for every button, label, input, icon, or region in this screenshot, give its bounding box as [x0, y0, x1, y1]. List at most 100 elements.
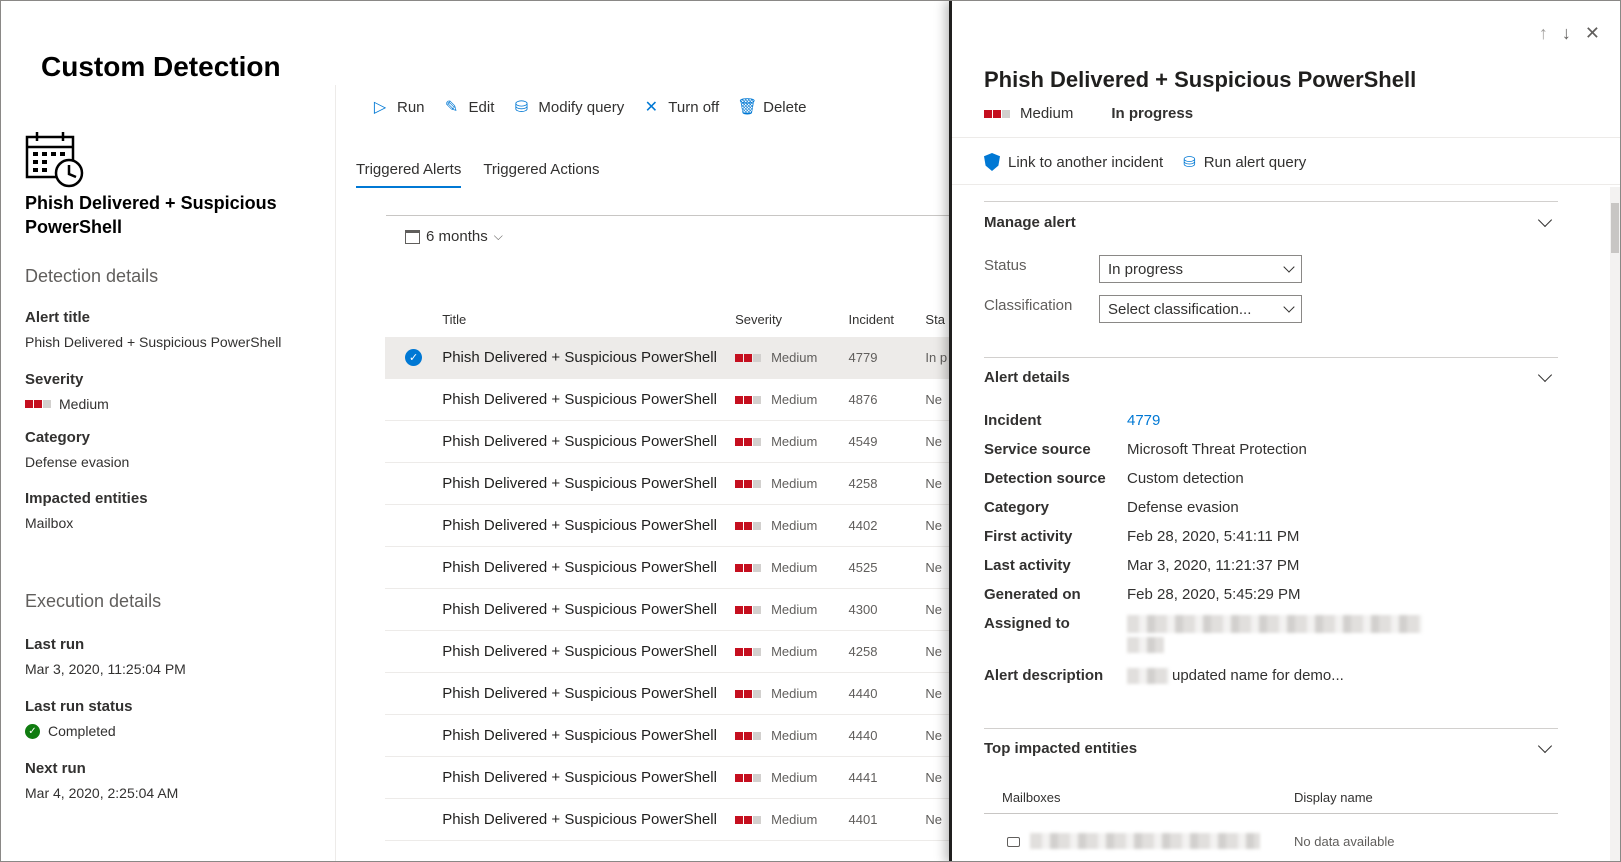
table-row[interactable]: Phish Delivered + Suspicious PowerShell M… [385, 589, 955, 631]
scroll-thumb[interactable] [1611, 203, 1619, 253]
first-activity-value: Feb 28, 2020, 5:41:11 PM [1127, 528, 1300, 545]
table-row[interactable]: Phish Delivered + Suspicious PowerShell M… [385, 757, 955, 799]
classification-dropdown[interactable]: Select classification... [1099, 295, 1302, 323]
tab-triggered-actions[interactable]: Triggered Actions [483, 161, 599, 188]
close-icon[interactable]: ✕ [1585, 23, 1600, 44]
top-impacted-entities-heading: Top impacted entities [984, 740, 1138, 757]
last-run-status-label: Last run status [25, 698, 133, 715]
manage-alert-section[interactable]: Manage alert [984, 212, 1558, 231]
alert-description-label: Alert description [984, 667, 1104, 684]
tab-triggered-alerts[interactable]: Triggered Alerts [356, 161, 462, 188]
classification-placeholder: Select classification... [1108, 300, 1252, 318]
severity-medium-icon [735, 731, 762, 740]
chevron-down-icon [1537, 738, 1553, 754]
edit-button[interactable]: ✎ Edit [443, 97, 495, 117]
row-incident: 4779 [848, 350, 878, 365]
checkmark-circle-icon[interactable]: ✓ [405, 349, 423, 366]
severity-medium-icon [984, 109, 1010, 118]
last-run-status-value: ✓ Completed [25, 723, 116, 739]
panel-status: In progress [1111, 105, 1194, 122]
status-dropdown[interactable]: In progress [1099, 255, 1302, 283]
col-display-name[interactable]: Display name [1294, 790, 1373, 805]
panel-divider [952, 137, 1620, 138]
severity-value: Medium [25, 396, 109, 412]
category-text: Defense evasion [25, 454, 130, 470]
row-severity: Medium [735, 770, 848, 785]
delete-button[interactable]: 🗑 Delete [737, 97, 806, 117]
classification-label: Classification [984, 297, 1073, 314]
execution-details-heading: Execution details [25, 591, 162, 611]
edit-label: Edit [468, 98, 495, 116]
alert-details-section[interactable]: Alert details [984, 367, 1558, 386]
severity-medium-icon [735, 437, 762, 446]
top-impacted-entities-section[interactable]: Top impacted entities [984, 738, 1558, 757]
row-severity-text: Medium [771, 476, 818, 491]
last-run-text: Mar 3, 2020, 11:25:04 PM [25, 661, 186, 677]
next-run-value: Mar 4, 2020, 2:25:04 AM [25, 785, 178, 801]
detection-source-label: Detection source [984, 470, 1106, 487]
severity-text: Medium [59, 396, 109, 412]
last-run-label: Last run [25, 636, 85, 653]
time-range-dropdown[interactable]: 6 months ⌵ [405, 228, 503, 245]
modify-query-label: Modify query [538, 98, 625, 116]
delete-label: Delete [763, 98, 807, 116]
panel-divider [952, 184, 1620, 185]
col-mailboxes[interactable]: Mailboxes [1002, 790, 1061, 805]
row-severity: Medium [735, 518, 848, 533]
col-incident[interactable]: Incident [849, 312, 926, 327]
row-incident: 4258 [848, 476, 878, 491]
row-severity-text: Medium [771, 770, 818, 785]
last-run-status-text: Completed [48, 723, 116, 739]
table-row[interactable]: Phish Delivered + Suspicious PowerShell M… [385, 505, 955, 547]
row-severity-text: Medium [771, 518, 818, 533]
redacted-assignee [1127, 637, 1164, 653]
table-row[interactable]: Phish Delivered + Suspicious PowerShell M… [385, 421, 955, 463]
row-severity: Medium [735, 602, 848, 617]
run-button[interactable]: ▷ Run [371, 97, 425, 117]
row-title: Phish Delivered + Suspicious PowerShell [442, 475, 717, 492]
table-row[interactable]: Phish Delivered + Suspicious PowerShell M… [385, 631, 955, 673]
row-severity-text: Medium [771, 350, 818, 365]
last-activity-label: Last activity [984, 557, 1071, 574]
alert-title-value: Phish Delivered + Suspicious PowerShell [25, 334, 281, 350]
arrow-down-icon[interactable]: ↓ [1562, 23, 1571, 44]
impacted-entities-value: Mailbox [25, 515, 73, 531]
row-severity-text: Medium [771, 434, 818, 449]
row-incident: 4525 [848, 560, 878, 575]
mailbox-icon [1007, 837, 1020, 847]
modify-query-button[interactable]: ⛁ Modify query [512, 97, 625, 117]
table-row[interactable]: ✓ Phish Delivered + Suspicious PowerShell… [385, 337, 955, 379]
row-severity-text: Medium [771, 602, 818, 617]
severity-medium-icon [735, 605, 762, 614]
arrow-up-icon[interactable]: ↑ [1539, 23, 1548, 44]
table-row[interactable]: Phish Delivered + Suspicious PowerShell M… [385, 463, 955, 505]
col-severity[interactable]: Severity [735, 312, 848, 327]
row-title: Phish Delivered + Suspicious PowerShell [442, 433, 717, 450]
row-incident: 4876 [848, 392, 878, 407]
col-title[interactable]: Title [442, 312, 735, 327]
tabs-underline [386, 215, 951, 216]
table-row[interactable]: Phish Delivered + Suspicious PowerShell M… [385, 547, 955, 589]
row-severity: Medium [735, 350, 848, 365]
panel-scrollbar[interactable] [1610, 187, 1620, 861]
panel-meta: Medium In progress [984, 105, 1193, 122]
table-row[interactable]: Phish Delivered + Suspicious PowerShell M… [385, 673, 955, 715]
section-rule [984, 201, 1558, 202]
panel-title: Phish Delivered + Suspicious PowerShell [984, 67, 1417, 92]
table-row[interactable]: Phish Delivered + Suspicious PowerShell M… [385, 715, 955, 757]
impacted-entities-text: Mailbox [25, 515, 74, 531]
run-alert-query-button[interactable]: ⛁ Run alert query [1183, 153, 1306, 172]
row-severity: Medium [735, 476, 848, 491]
link-incident-button[interactable]: Link to another incident [984, 153, 1163, 171]
impacted-entities-label: Impacted entities [25, 490, 148, 507]
severity-medium-icon [25, 400, 51, 408]
row-severity-text: Medium [771, 812, 818, 827]
table-row[interactable]: Phish Delivered + Suspicious PowerShell M… [385, 379, 955, 421]
table-row[interactable]: Phish Delivered + Suspicious PowerShell M… [385, 799, 955, 841]
pencil-icon: ✎ [444, 99, 459, 116]
row-select[interactable]: ✓ [385, 349, 442, 366]
turn-off-button[interactable]: ✕ Turn off [642, 97, 720, 117]
incident-link[interactable]: 4779 [1127, 412, 1160, 429]
next-run-label: Next run [25, 760, 86, 777]
redacted-assignee [1127, 615, 1422, 633]
